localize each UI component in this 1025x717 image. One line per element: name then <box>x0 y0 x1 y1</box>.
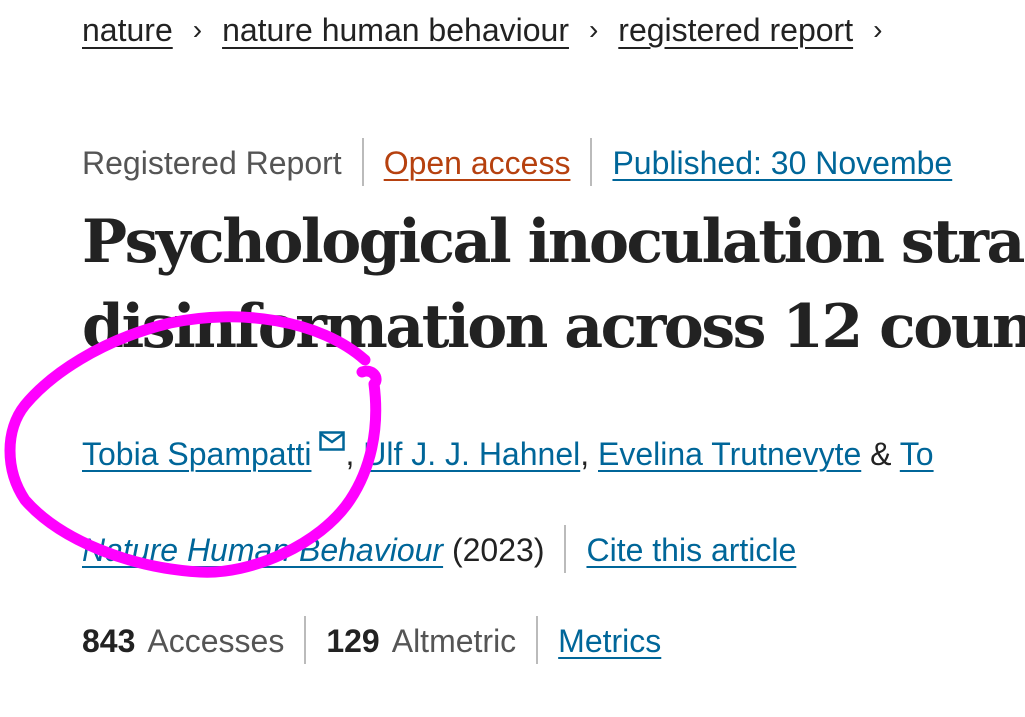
author-list: Tobia Spampatti, Ulf J. J. Hahnel, Eveli… <box>82 418 934 476</box>
author-tobia-spampatti[interactable]: Tobia Spampatti <box>82 436 311 472</box>
breadcrumb-separator-icon: › <box>873 14 883 45</box>
breadcrumb-nature-human-behaviour[interactable]: nature human behaviour <box>222 12 569 48</box>
author-ampersand: & <box>870 436 892 472</box>
author-evelina-trutnevyte[interactable]: Evelina Trutnevyte <box>598 436 861 472</box>
author-separator: , <box>580 436 590 472</box>
altmetric-count: 129 <box>326 623 380 659</box>
article-type: Registered Report <box>82 145 342 181</box>
journal-link[interactable]: Nature Human Behaviour <box>82 532 443 568</box>
publication-year: (2023) <box>451 532 545 568</box>
open-access-link[interactable]: Open access <box>384 145 571 181</box>
citation-line: Nature Human Behaviour (2023) Cite this a… <box>82 525 796 573</box>
metrics-link[interactable]: Metrics <box>558 623 661 659</box>
breadcrumb-separator-icon: › <box>588 14 599 45</box>
breadcrumb-separator-icon: › <box>192 14 203 45</box>
breadcrumb: nature › nature human behaviour › registered… <box>82 10 902 50</box>
article-title: Psychological inoculation stra disinform… <box>82 200 1025 370</box>
author-ulf-hahnel[interactable]: Ulf J. J. Hahnel <box>363 436 580 472</box>
journal-name: Nature Human Behaviour <box>82 532 444 568</box>
altmetric-label: Altmetric <box>391 623 517 659</box>
meta-divider <box>590 138 593 186</box>
cite-this-article-link[interactable]: Cite this article <box>586 532 796 568</box>
breadcrumb-nature[interactable]: nature <box>82 12 173 48</box>
envelope-icon[interactable] <box>319 418 346 462</box>
author-separator: , <box>345 436 355 472</box>
author-fourth[interactable]: To <box>900 436 934 472</box>
accesses-label: Accesses <box>147 623 285 659</box>
title-line-1: Psychological inoculation stra <box>82 207 1025 277</box>
metrics-divider <box>536 616 539 664</box>
accesses-count: 843 <box>82 623 136 659</box>
article-metrics: 843 Accesses 129 Altmetric Metrics <box>82 616 661 664</box>
article-meta: Registered Report Open access Published: 3… <box>82 138 952 186</box>
breadcrumb-registered-report[interactable]: registered report <box>618 12 853 48</box>
meta-divider <box>361 138 364 186</box>
metrics-divider <box>304 616 307 664</box>
citation-divider <box>564 525 567 573</box>
published-date-link[interactable]: Published: 30 Novembe <box>612 145 952 181</box>
title-line-2: disinformation across 12 count <box>82 292 1025 362</box>
